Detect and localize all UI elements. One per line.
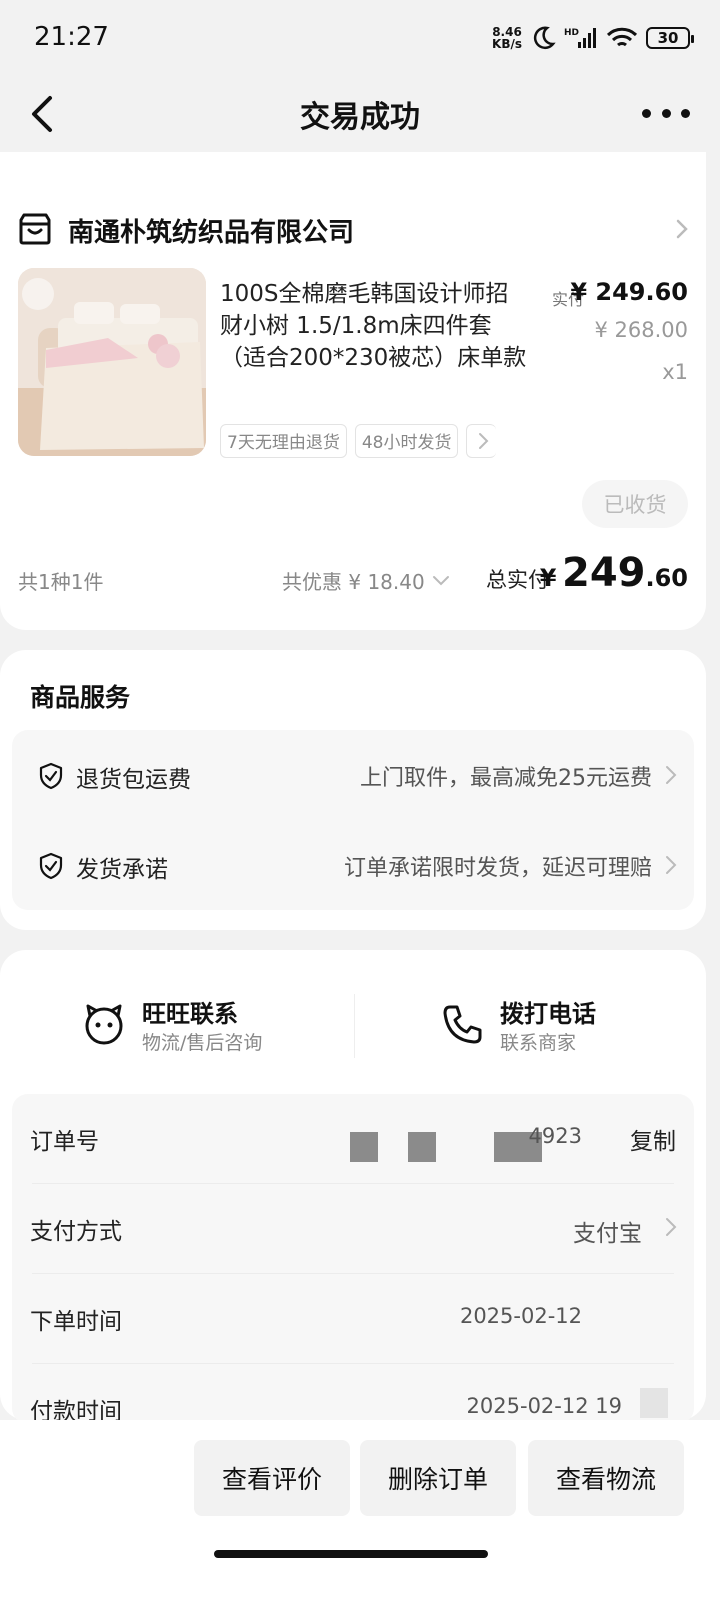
- services-list: 退货包运费 上门取件，最高减免25元运费 发货承诺 订单承诺限时发货，延迟可理赔: [12, 730, 694, 910]
- more-dot-icon: [661, 108, 671, 118]
- more-menu-button[interactable]: [642, 98, 690, 128]
- total-int: 249: [561, 550, 646, 596]
- services-card: 商品服务 退货包运费 上门取件，最高减免25元运费 发货承诺 订单承诺限时发货，…: [0, 650, 706, 930]
- service-row-shipping-promise[interactable]: 发货承诺 订单承诺限时发货，延迟可理赔: [12, 820, 694, 910]
- wangwang-subtitle: 物流/售后咨询: [142, 1032, 263, 1054]
- phone-icon[interactable]: [440, 1002, 484, 1046]
- total-price: ¥ 249.60: [540, 550, 688, 596]
- order-time-row: 下单时间 2025-02-12: [12, 1274, 694, 1364]
- service-name: 退货包运费: [76, 767, 191, 793]
- status-icons: 8.46 KB/s HD 30: [492, 22, 694, 54]
- discount-summary[interactable]: 共优惠 ¥ 18.40: [282, 566, 451, 595]
- view-review-button[interactable]: 查看评价: [194, 1440, 350, 1516]
- shield-check-icon: [39, 852, 63, 880]
- tag-return: 7天无理由退货: [220, 424, 347, 458]
- status-bar: 21:27 8.46 KB/s HD 30: [0, 0, 720, 76]
- redacted-block: [350, 1132, 378, 1162]
- product-title[interactable]: 100S全棉磨毛韩国设计师招财小树 1.5/1.8m床四件套（适合200*230…: [220, 278, 530, 374]
- services-title: 商品服务: [30, 683, 131, 712]
- svg-text:HD: HD: [564, 28, 579, 38]
- view-logistics-button[interactable]: 查看物流: [528, 1440, 684, 1516]
- status-time: 21:27: [34, 22, 109, 52]
- redacted-block: [640, 1388, 668, 1418]
- home-indicator[interactable]: [214, 1550, 488, 1558]
- shield-check-icon: [39, 762, 63, 790]
- delete-order-button[interactable]: 删除订单: [360, 1440, 516, 1516]
- wangwang-icon[interactable]: [82, 1002, 126, 1046]
- battery-icon: 30: [646, 27, 694, 49]
- bedding-image-icon: [18, 268, 206, 456]
- pay-time-value: 2025-02-12 19: [466, 1394, 622, 1418]
- service-value: 上门取件，最高减免25元运费: [360, 766, 652, 791]
- chevron-right-icon: [479, 433, 489, 449]
- wifi-icon: [606, 27, 638, 47]
- moon-icon: [533, 26, 556, 50]
- signal-icon: HD: [564, 28, 596, 48]
- service-row-return-shipping[interactable]: 退货包运费 上门取件，最高减免25元运费: [12, 730, 694, 820]
- shop-icon[interactable]: [18, 212, 52, 246]
- more-dot-icon: [642, 108, 651, 118]
- paid-price: ¥ 249.60: [570, 278, 688, 306]
- order-time-label: 下单时间: [30, 1309, 122, 1335]
- total-dec: .60: [645, 564, 688, 592]
- order-time-value: 2025-02-12: [459, 1304, 582, 1328]
- tag-shipping: 48小时发货: [354, 424, 459, 458]
- order-number-value: 4923: [528, 1124, 582, 1148]
- chevron-down-icon: [433, 576, 450, 586]
- order-number-row: 订单号 4923 复制: [12, 1094, 694, 1184]
- chevron-right-icon[interactable]: [672, 214, 692, 244]
- service-name: 发货承诺: [76, 857, 168, 883]
- net-speed: 8.46 KB/s: [492, 26, 522, 50]
- order-info-list: 订单号 4923 复制 支付方式 支付宝 下单时间 2025-02-12 付款时…: [12, 1094, 694, 1425]
- chevron-right-icon: [666, 856, 677, 874]
- bottom-action-bar: 查看评价 删除订单 查看物流: [0, 1420, 720, 1600]
- received-status-button: 已收货: [582, 480, 688, 528]
- copy-button[interactable]: 复制: [630, 1122, 676, 1156]
- total-currency: ¥: [539, 564, 557, 592]
- product-tags: 7天无理由退货 48小时发货: [220, 424, 497, 458]
- phone-subtitle: 联系商家: [500, 1032, 577, 1054]
- wangwang-contact-button[interactable]: 旺旺联系: [142, 994, 238, 1029]
- contact-divider: [354, 994, 355, 1058]
- product-image[interactable]: [18, 268, 206, 456]
- pay-method-row[interactable]: 支付方式 支付宝: [12, 1184, 694, 1274]
- original-price: ¥ 268.00: [594, 318, 688, 342]
- tags-more-button[interactable]: [466, 424, 497, 458]
- service-value: 订单承诺限时发货，延迟可理赔: [343, 856, 652, 881]
- redacted-block: [408, 1132, 436, 1162]
- quantity: x1: [662, 360, 688, 384]
- order-number-label: 订单号: [30, 1129, 99, 1155]
- pay-method-value: 支付宝: [573, 1221, 642, 1247]
- order-info-card: 旺旺联系 物流/售后咨询 拨打电话 联系商家 订单号 4923 复制 支付方式 …: [0, 950, 706, 1425]
- nav-bar: 交易成功: [0, 76, 720, 152]
- order-card: 南通朴筑纺织品有限公司 100S全棉磨毛韩国设计师招财小树 1.5/1.8m床四…: [0, 152, 706, 630]
- net-speed-unit: KB/s: [492, 37, 522, 51]
- chevron-right-icon: [666, 766, 677, 784]
- page-title: 交易成功: [300, 100, 420, 135]
- call-phone-button[interactable]: 拨打电话: [500, 994, 596, 1029]
- discount-text: 共优惠 ¥ 18.40: [282, 570, 425, 594]
- chevron-right-icon: [666, 1218, 677, 1236]
- item-count: 共1种1件: [18, 570, 104, 594]
- pay-method-label: 支付方式: [30, 1219, 122, 1245]
- shop-name[interactable]: 南通朴筑纺织品有限公司: [68, 212, 354, 249]
- more-dot-icon: [681, 108, 690, 118]
